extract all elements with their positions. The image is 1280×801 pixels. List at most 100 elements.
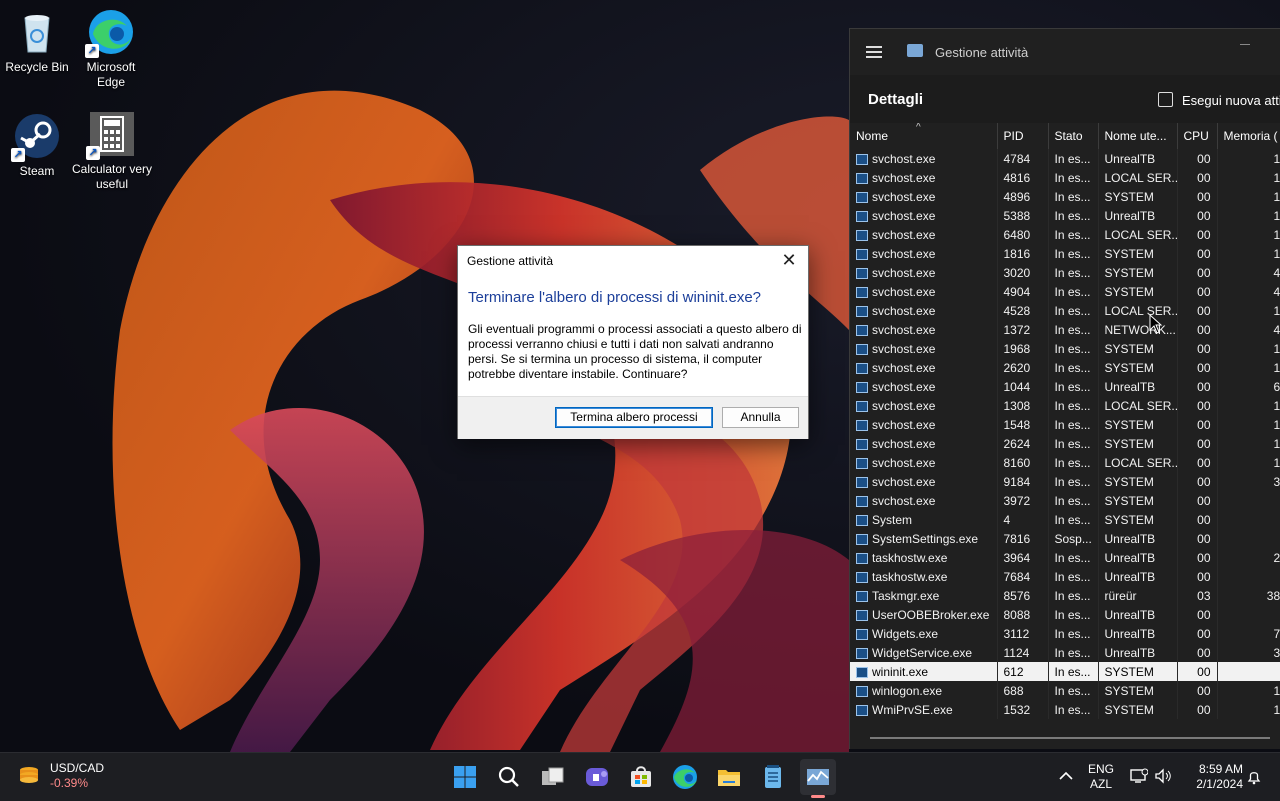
table-row[interactable]: SystemSettings.exe7816Sosp...UnrealTB000: [850, 529, 1280, 548]
table-row[interactable]: svchost.exe9184In es...SYSTEM003.860: [850, 472, 1280, 491]
status-cell: In es...: [1048, 681, 1099, 700]
table-row[interactable]: svchost.exe1308In es...LOCAL SER...001.6…: [850, 396, 1280, 415]
close-icon[interactable]: ✕: [776, 248, 802, 272]
show-hidden-icons-chevron-icon[interactable]: [1058, 768, 1074, 787]
table-row[interactable]: svchost.exe4896In es...SYSTEM001.032: [850, 187, 1280, 206]
process-name-cell: svchost.exe: [850, 453, 998, 472]
volume-icon[interactable]: [1154, 768, 1172, 787]
table-row[interactable]: winlogon.exe688In es...SYSTEM001.072: [850, 681, 1280, 700]
desktop-icon-calculator[interactable]: ↗ Calculator very useful: [71, 110, 153, 192]
column-header-user[interactable]: Nome ute...: [1098, 123, 1178, 149]
teams-chat-icon[interactable]: [583, 763, 611, 791]
table-row[interactable]: svchost.exe4904In es...SYSTEM004.096: [850, 282, 1280, 301]
file-explorer-icon[interactable]: [715, 763, 743, 791]
process-name-cell: taskhostw.exe: [850, 548, 998, 567]
table-row[interactable]: svchost.exe4528In es...LOCAL SER...001.2…: [850, 301, 1280, 320]
table-row[interactable]: svchost.exe3972In es...SYSTEM00992: [850, 491, 1280, 510]
process-name-cell: taskhostw.exe: [850, 567, 998, 586]
table-row[interactable]: System4In es...SYSTEM0012: [850, 510, 1280, 529]
table-row[interactable]: svchost.exe8160In es...LOCAL SER...001.5…: [850, 453, 1280, 472]
search-icon[interactable]: [495, 763, 523, 791]
process-icon: [856, 628, 868, 640]
user-cell: UnrealTB: [1098, 605, 1178, 624]
input-language-indicator[interactable]: ENG AZL: [1088, 762, 1114, 792]
process-name-cell: svchost.exe: [850, 263, 998, 282]
notepad-icon[interactable]: [759, 763, 787, 791]
pid-cell: 2620: [997, 358, 1049, 377]
pid-cell: 1308: [997, 396, 1049, 415]
table-row[interactable]: taskhostw.exe3964In es...UnrealTB002.596: [850, 548, 1280, 567]
column-header-status[interactable]: Stato: [1048, 123, 1099, 149]
process-icon: [856, 381, 868, 393]
table-row[interactable]: svchost.exe2624In es...SYSTEM001.208: [850, 434, 1280, 453]
table-row[interactable]: UserOOBEBroker.exe 8088 In es... UnrealTB 00…: [850, 605, 1280, 624]
table-row[interactable]: WmiPrvSE.exe1532In es...SYSTEM001.020: [850, 700, 1280, 719]
user-cell: UnrealTB: [1098, 548, 1178, 567]
memory-cell: 1.268: [1217, 225, 1280, 244]
memory-cell: 1.208: [1217, 434, 1280, 453]
column-header-name[interactable]: ^ Nome: [850, 123, 998, 149]
process-icon: [856, 248, 868, 260]
process-name-cell: svchost.exe: [850, 339, 998, 358]
pid-cell: 4784: [997, 149, 1049, 168]
desktop-icon-edge[interactable]: ↗ Microsoft Edge: [71, 8, 151, 90]
column-header-memory[interactable]: Memoria (: [1217, 123, 1280, 149]
run-new-task-label: Esegui nuova attiv: [1182, 93, 1280, 108]
store-icon[interactable]: [627, 763, 655, 791]
hamburger-menu-icon[interactable]: [866, 46, 882, 58]
start-icon[interactable]: [451, 763, 479, 791]
table-row[interactable]: wininit.exe612In es...SYSTEM00696: [850, 662, 1280, 681]
process-icon: [856, 267, 868, 279]
table-row[interactable]: taskhostw.exe7684In es...UnrealTB00608: [850, 567, 1280, 586]
table-row[interactable]: svchost.exe1548In es...SYSTEM001.584: [850, 415, 1280, 434]
pid-cell: 8576: [997, 586, 1049, 605]
table-row[interactable]: Widgets.exe3112In es...UnrealTB007.664: [850, 624, 1280, 643]
table-row[interactable]: svchost.exe4816In es...LOCAL SER...001.3…: [850, 168, 1280, 187]
pid-cell: 1968: [997, 339, 1049, 358]
minimize-button[interactable]: [1240, 44, 1250, 45]
table-row[interactable]: svchost.exe3020In es...SYSTEM004.416: [850, 263, 1280, 282]
user-cell: SYSTEM: [1098, 358, 1178, 377]
cpu-cell: 00: [1177, 472, 1218, 491]
pid-cell: 1548: [997, 415, 1049, 434]
table-row[interactable]: Taskmgr.exe8576In es...rüreür0338.548: [850, 586, 1280, 605]
table-row[interactable]: svchost.exe6480In es...LOCAL SER...001.2…: [850, 225, 1280, 244]
process-icon: [856, 476, 868, 488]
table-row[interactable]: svchost.exe2620In es...SYSTEM001.288: [850, 358, 1280, 377]
table-row[interactable]: svchost.exe1968In es...SYSTEM001.196: [850, 339, 1280, 358]
column-header-pid[interactable]: PID: [997, 123, 1049, 149]
table-row[interactable]: svchost.exe1816In es...SYSTEM001.376: [850, 244, 1280, 263]
task-manager-icon[interactable]: [800, 759, 836, 798]
table-row[interactable]: WidgetService.exe 1124 In es... UnrealTB 00 3…: [850, 643, 1280, 662]
table-row[interactable]: svchost.exe1044In es...UnrealTB006.244: [850, 377, 1280, 396]
run-new-task-button[interactable]: Esegui nuova attiv: [1158, 92, 1280, 108]
process-icon: [856, 514, 868, 526]
horizontal-scrollbar[interactable]: [870, 737, 1270, 739]
cpu-cell: 00: [1177, 605, 1218, 624]
process-table: ^ Nome PID Stato Nome ute... CPU Memoria …: [850, 123, 1280, 719]
end-process-tree-button[interactable]: Termina albero processi: [555, 407, 713, 428]
user-cell: SYSTEM: [1098, 263, 1178, 282]
task-view-icon[interactable]: [539, 763, 567, 791]
desktop-icon-recycle-bin[interactable]: Recycle Bin: [0, 8, 77, 75]
pid-cell: 1044: [997, 377, 1049, 396]
status-cell: In es...: [1048, 605, 1099, 624]
network-icon[interactable]: [1130, 768, 1149, 787]
notification-bell-icon[interactable]: [1246, 769, 1262, 788]
cpu-cell: 00: [1177, 624, 1218, 643]
cpu-cell: 00: [1177, 643, 1218, 662]
memory-cell: 6.244: [1217, 377, 1280, 396]
table-row[interactable]: svchost.exe4784In es...UnrealTB001.284: [850, 149, 1280, 168]
user-cell: UnrealTB: [1098, 529, 1178, 548]
table-row[interactable]: svchost.exe5388In es...UnrealTB001.736: [850, 206, 1280, 225]
desktop-icon-steam[interactable]: ↗ Steam: [0, 112, 77, 179]
edge-icon[interactable]: [671, 763, 699, 791]
column-header-cpu[interactable]: CPU: [1177, 123, 1218, 149]
task-manager-window: Gestione attività Dettagli Esegui nuova …: [849, 28, 1280, 749]
clock[interactable]: 8:59 AM 2/1/2024: [1183, 762, 1243, 792]
active-app-indicator: [811, 795, 825, 798]
process-icon: [856, 191, 868, 203]
process-name-cell: svchost.exe: [850, 244, 998, 263]
cancel-button[interactable]: Annulla: [722, 407, 799, 428]
table-row[interactable]: svchost.exe1372In es...NETWORK...004.960: [850, 320, 1280, 339]
